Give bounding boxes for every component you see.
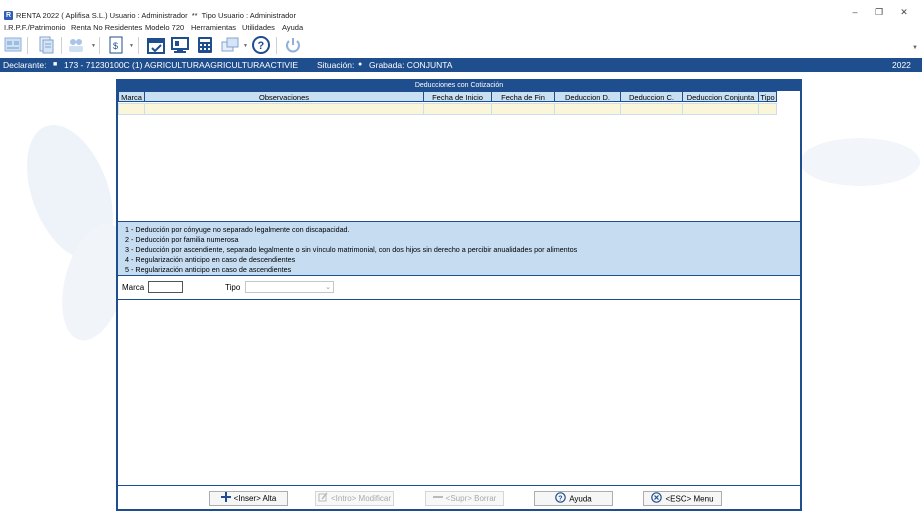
help-icon[interactable]: ? <box>252 36 270 54</box>
legend-item-3: 3 - Deducción por ascendiente, separado … <box>125 245 578 254</box>
grid-cell-fecha-fin[interactable] <box>491 103 555 115</box>
status-bar: Declarante: ■ 173 - 71230100C (1) AGRICU… <box>0 58 922 72</box>
column-header-marca[interactable]: Marca <box>118 91 145 102</box>
svg-text:?: ? <box>258 40 265 52</box>
fiscal-year: 2022 <box>892 60 911 70</box>
power-icon[interactable] <box>284 36 302 54</box>
minus-icon <box>432 492 443 506</box>
declarante-label: Declarante: <box>3 60 47 70</box>
chevron-down-icon[interactable]: ▼ <box>91 43 96 49</box>
chevron-down-icon[interactable]: ▼ <box>243 43 248 49</box>
grid-cell-tipo[interactable] <box>758 103 777 115</box>
column-header-observaciones[interactable]: Observaciones <box>144 91 424 102</box>
grid-cell-deduccion-d[interactable] <box>554 103 621 115</box>
grid-cell-deduccion-conjunta[interactable] <box>682 103 759 115</box>
column-header-deduccion-d[interactable]: Deduccion D. <box>554 91 621 102</box>
status-icon: ● <box>358 61 363 68</box>
svg-text:?: ? <box>559 496 563 503</box>
borrar-button-label: <Supr> Borrar <box>445 494 497 504</box>
app-icon: R <box>4 11 13 20</box>
monitor-icon[interactable] <box>171 36 189 54</box>
window-title: RENTA 2022 ( Aplifisa S.L.) Usuario : Ad… <box>16 11 296 20</box>
situacion-label: Situación: <box>317 60 355 70</box>
svg-text:$: $ <box>113 41 118 51</box>
edit-form: Marca Tipo ⌄ <box>118 277 800 300</box>
edit-icon <box>318 492 328 506</box>
situacion-value: Grabada: CONJUNTA <box>369 60 453 70</box>
column-header-fecha-inicio[interactable]: Fecha de Inicio <box>423 91 492 102</box>
menu-herramientas[interactable]: Herramientas <box>191 23 236 32</box>
alta-button[interactable]: <Inser> Alta <box>209 491 288 506</box>
grid-cell-observaciones[interactable] <box>144 103 424 115</box>
title-bar: R RENTA 2022 ( Aplifisa S.L.) Usuario : … <box>0 0 922 22</box>
irpf-icon[interactable] <box>4 36 22 54</box>
borrar-button[interactable]: <Supr> Borrar <box>425 491 504 506</box>
ayuda-button[interactable]: ? Ayuda <box>534 491 613 506</box>
dialog-title: Deducciones con Cotización <box>118 81 800 91</box>
minimize-icon[interactable]: – <box>846 6 864 18</box>
modificar-button-label: <Intro> Modificar <box>330 494 392 504</box>
plus-icon <box>220 492 231 506</box>
menu-modelo-720[interactable]: Modelo 720 <box>145 23 184 32</box>
alta-button-label: <Inser> Alta <box>233 494 277 504</box>
toolbar-overflow-icon[interactable]: ▼ <box>912 45 918 51</box>
grid-cell-marca[interactable] <box>118 103 145 115</box>
column-header-fecha-fin[interactable]: Fecha de Fin <box>491 91 555 102</box>
marca-label: Marca <box>122 283 145 292</box>
help-icon: ? <box>555 492 567 507</box>
calculator-icon[interactable] <box>196 36 214 54</box>
menu-button[interactable]: <ESC> Menu <box>643 491 722 506</box>
tipo-select[interactable]: ⌄ <box>245 281 334 293</box>
menu-button-label: <ESC> Menu <box>665 494 714 504</box>
people-icon[interactable] <box>67 36 85 54</box>
chevron-down-icon[interactable]: ⌄ <box>325 283 331 291</box>
legend-item-1: 1 - Deducción por cónyuge no separado le… <box>125 225 350 234</box>
column-header-deduccion-c[interactable]: Deduccion C. <box>620 91 683 102</box>
close-circle-icon <box>651 492 663 507</box>
person-icon: ■ <box>53 61 58 68</box>
legend-item-5: 5 - Regularización anticipo en caso de a… <box>125 265 292 274</box>
legend-item-2: 2 - Deducción por familia numerosa <box>125 235 239 244</box>
menu-irpf[interactable]: I.R.P.F./Patrimonio <box>4 23 66 32</box>
menu-ayuda[interactable]: Ayuda <box>282 23 303 32</box>
marca-input[interactable] <box>148 281 183 293</box>
report-icon[interactable]: $ <box>107 36 125 54</box>
deducciones-dialog: Deducciones con Cotización Marca Observa… <box>116 79 802 511</box>
close-icon[interactable]: ✕ <box>895 6 913 18</box>
modificar-button[interactable]: <Intro> Modificar <box>315 491 394 506</box>
column-header-deduccion-conjunta[interactable]: Deduccion Conjunta <box>682 91 759 102</box>
maximize-icon[interactable]: ❐ <box>870 6 888 18</box>
tipo-legend: 1 - Deducción por cónyuge no separado le… <box>118 221 800 276</box>
menu-bar: I.R.P.F./Patrimonio Renta No Residentes … <box>0 22 922 33</box>
button-bar: <Inser> Alta <Intro> Modificar <Supr> Bo… <box>118 485 800 510</box>
windows-icon[interactable] <box>221 36 239 54</box>
menu-renta-no-residentes[interactable]: Renta No Residentes <box>71 23 142 32</box>
legend-item-4: 4 - Regularización anticipo en caso de d… <box>125 255 296 264</box>
grid-cell-fecha-inicio[interactable] <box>423 103 492 115</box>
declarante-value: 173 - 71230100C (1) AGRICULTURAAGRICULTU… <box>64 60 298 70</box>
calendar-icon[interactable] <box>147 36 165 54</box>
chevron-down-icon[interactable]: ▼ <box>129 43 134 49</box>
menu-utilidades[interactable]: Utilidades <box>242 23 275 32</box>
column-header-tipo[interactable]: Tipo <box>758 91 777 102</box>
grid-cell-deduccion-c[interactable] <box>620 103 683 115</box>
ayuda-button-label: Ayuda <box>569 494 592 504</box>
tipo-label: Tipo <box>225 283 241 292</box>
toolbar: ▼ $ ▼ ▼ ? ▼ <box>0 33 922 58</box>
document-icon[interactable] <box>37 36 55 54</box>
